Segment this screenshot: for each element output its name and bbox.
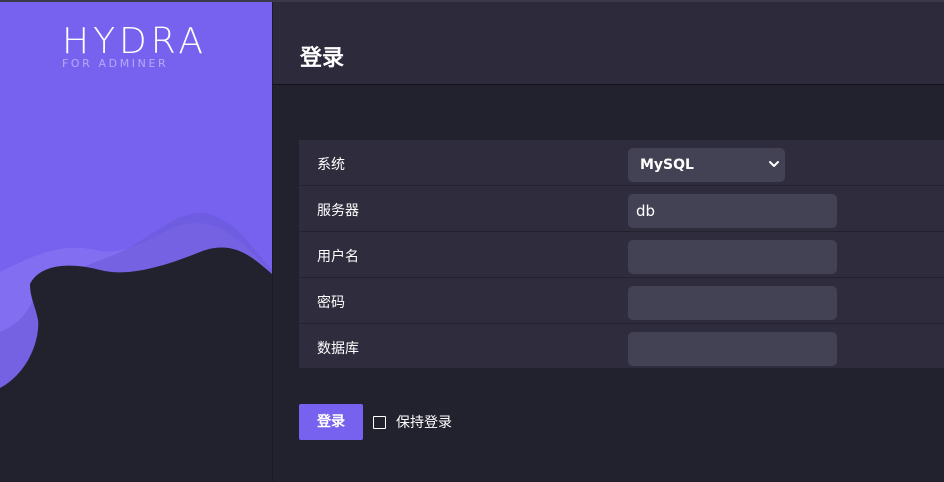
login-form: 系统 MySQL 服务器 用户名 密码 [299,140,944,368]
server-label: 服务器 [317,203,359,219]
database-input[interactable] [628,332,837,366]
page-title: 登录 [300,46,345,71]
logo-wordmark: HYDRA [62,21,207,62]
logo-tagline: FOR ADMINER [62,57,169,70]
form-row-database: 数据库 [299,324,944,368]
remember-login[interactable]: 保持登录 [373,413,452,431]
form-row-username: 用户名 [299,232,944,278]
system-select[interactable]: MySQL [628,148,785,182]
remember-label: 保持登录 [396,415,452,431]
password-label: 密码 [317,295,345,311]
database-label: 数据库 [317,341,359,357]
page-header: 登录 [273,2,944,85]
login-button[interactable]: 登录 [299,404,363,440]
hydra-logo: HYDRA FOR ADMINER [62,24,212,74]
app-window: HYDRA FOR ADMINER 登录 系统 MySQL 服务器 db 用户名… [0,0,944,482]
form-row-server: 服务器 [299,186,944,232]
form-row-system: 系统 MySQL [299,140,944,186]
decorative-waves [0,212,272,482]
server-input[interactable] [628,194,837,228]
password-input[interactable] [628,286,837,320]
sidebar: HYDRA FOR ADMINER [0,2,272,482]
username-input[interactable] [628,240,837,274]
system-label: 系统 [317,157,345,173]
form-row-password: 密码 [299,278,944,324]
system-select-value: MySQL [640,157,694,173]
chevron-down-icon [769,161,779,167]
remember-checkbox[interactable] [373,415,386,429]
username-label: 用户名 [317,249,359,265]
